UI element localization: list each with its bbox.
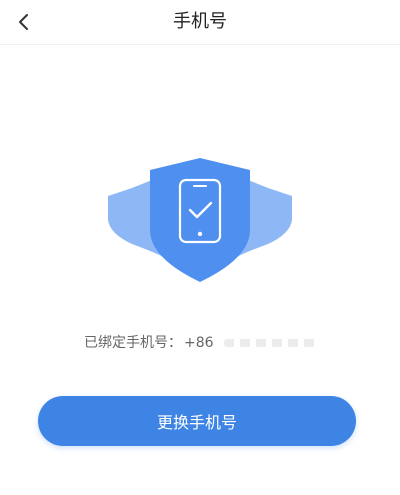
page-title: 手机号 bbox=[173, 11, 227, 32]
masked-phone-number bbox=[223, 339, 316, 347]
top-navigation-bar: 手机号 bbox=[0, 0, 400, 45]
shield-icon bbox=[150, 158, 250, 282]
phone-shield-illustration bbox=[108, 158, 292, 282]
bound-phone-prefix: +86 bbox=[184, 335, 214, 351]
change-phone-button[interactable]: 更换手机号 bbox=[38, 396, 356, 446]
bound-phone-row: 已绑定手机号： +86 bbox=[84, 333, 316, 353]
bound-phone-label: 已绑定手机号： bbox=[84, 335, 182, 351]
